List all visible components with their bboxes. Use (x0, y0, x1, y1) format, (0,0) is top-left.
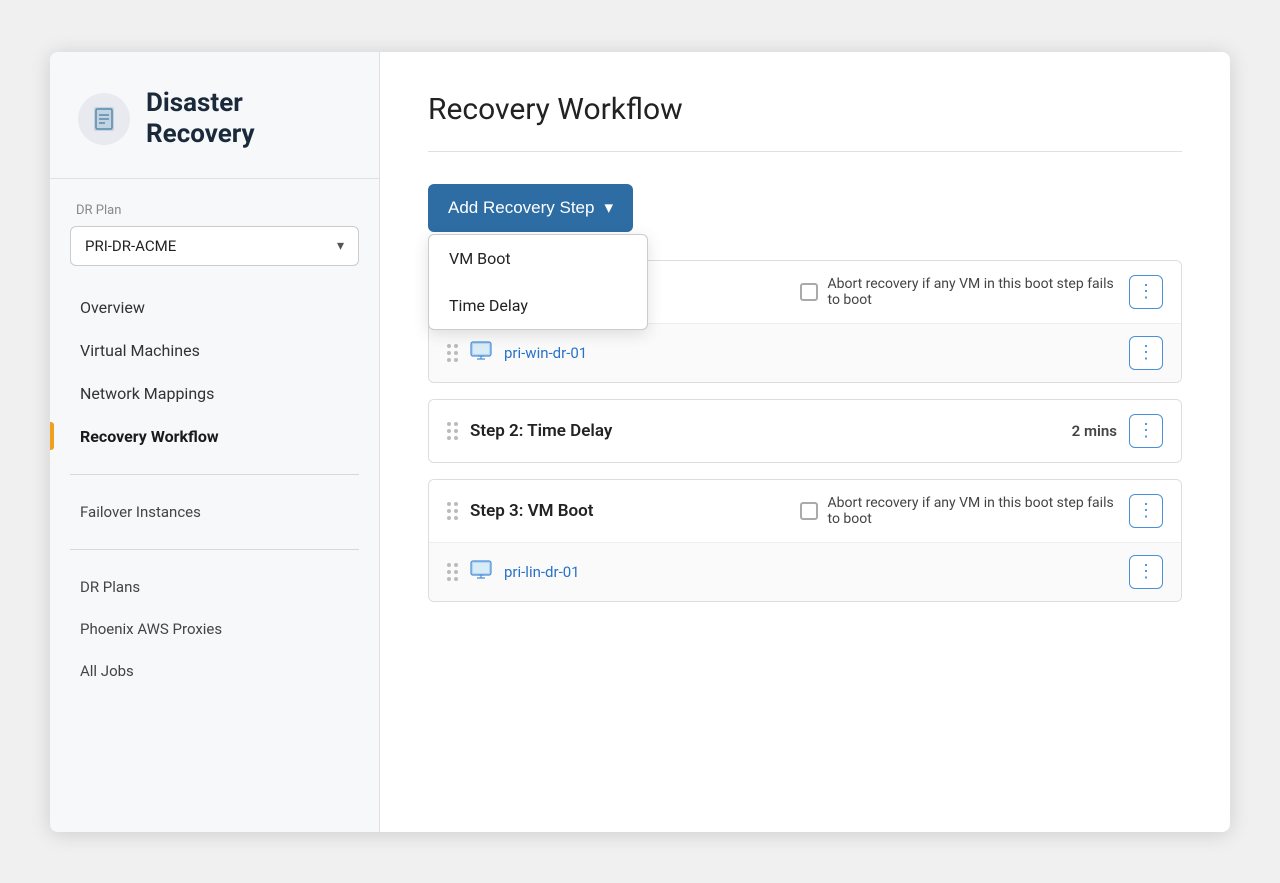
app-title: Disaster Recovery (146, 88, 255, 150)
step-card-2: Step 2: Time Delay 2 mins ⋮ (428, 399, 1182, 463)
step-2-menu-button[interactable]: ⋮ (1129, 414, 1163, 448)
add-recovery-step-button[interactable]: Add Recovery Step ▾ (428, 184, 633, 232)
app-logo-icon (78, 93, 130, 145)
vm-2-name: pri-lin-dr-01 (504, 563, 1117, 581)
step-3-menu-button[interactable]: ⋮ (1129, 494, 1163, 528)
add-step-chevron-icon: ▾ (604, 198, 613, 218)
step-3-title: Step 3: VM Boot (470, 501, 788, 521)
nav-list: Overview Virtual Machines Network Mappin… (70, 286, 359, 458)
dr-plan-label: DR Plan (70, 203, 359, 218)
chevron-down-icon: ▾ (337, 238, 344, 254)
page-title: Recovery Workflow (428, 92, 1182, 152)
sidebar: Disaster Recovery DR Plan PRI-DR-ACME ▾ … (50, 52, 380, 832)
step-3-abort-label: Abort recovery if any VM in this boot st… (828, 495, 1118, 527)
vm-1-drag-handle[interactable] (447, 344, 458, 362)
step-3-abort-checkbox[interactable] (800, 502, 818, 520)
sidebar-item-dr-plans[interactable]: DR Plans (70, 566, 359, 608)
step-2-header: Step 2: Time Delay 2 mins ⋮ (429, 400, 1181, 462)
vm-2-drag-handle[interactable] (447, 563, 458, 581)
step-2-duration: 2 mins (1072, 422, 1117, 440)
sidebar-divider (70, 474, 359, 475)
step-3-header: Step 3: VM Boot Abort recovery if any VM… (429, 480, 1181, 542)
step-1-menu-button[interactable]: ⋮ (1129, 275, 1163, 309)
sidebar-item-recovery-workflow[interactable]: Recovery Workflow (70, 415, 359, 458)
dropdown-item-vm-boot[interactable]: VM Boot (429, 235, 647, 282)
add-step-wrapper: Add Recovery Step ▾ VM Boot Time Delay (428, 184, 1182, 232)
vm-1-name: pri-win-dr-01 (504, 344, 1117, 362)
step-1-abort-label: Abort recovery if any VM in this boot st… (828, 276, 1118, 308)
add-step-dropdown: VM Boot Time Delay (428, 234, 648, 330)
app-container: Disaster Recovery DR Plan PRI-DR-ACME ▾ … (50, 52, 1230, 832)
sidebar-header: Disaster Recovery (50, 52, 379, 179)
sidebar-item-network-mappings[interactable]: Network Mappings (70, 372, 359, 415)
step-3-drag-handle[interactable] (447, 502, 458, 520)
dropdown-item-time-delay[interactable]: Time Delay (429, 282, 647, 329)
sidebar-item-overview[interactable]: Overview (70, 286, 359, 329)
vm-2-menu-button[interactable]: ⋮ (1129, 555, 1163, 589)
step-2-title: Step 2: Time Delay (470, 421, 1060, 441)
sidebar-divider-2 (70, 549, 359, 550)
dr-plan-select[interactable]: PRI-DR-ACME ▾ (70, 226, 359, 266)
step-2-drag-handle[interactable] (447, 422, 458, 440)
vm-2-icon (470, 558, 492, 585)
step-1-abort-checkbox[interactable] (800, 283, 818, 301)
sidebar-item-failover-instances[interactable]: Failover Instances (70, 491, 359, 533)
vm-1-menu-button[interactable]: ⋮ (1129, 336, 1163, 370)
sidebar-nav: DR Plan PRI-DR-ACME ▾ Overview Virtual M… (50, 179, 379, 692)
step-1-abort-wrapper: Abort recovery if any VM in this boot st… (800, 276, 1118, 308)
step-3-abort-wrapper: Abort recovery if any VM in this boot st… (800, 495, 1118, 527)
main-content: Recovery Workflow Add Recovery Step ▾ VM… (380, 52, 1230, 832)
vm-row-pri-lin-dr-01: pri-lin-dr-01 ⋮ (429, 542, 1181, 601)
sidebar-item-phoenix-aws-proxies[interactable]: Phoenix AWS Proxies (70, 608, 359, 650)
vm-row-pri-win-dr-01: pri-win-dr-01 ⋮ (429, 323, 1181, 382)
add-step-label: Add Recovery Step (448, 198, 594, 218)
step-card-3: Step 3: VM Boot Abort recovery if any VM… (428, 479, 1182, 602)
sidebar-item-virtual-machines[interactable]: Virtual Machines (70, 329, 359, 372)
vm-1-icon (470, 339, 492, 366)
sidebar-item-all-jobs[interactable]: All Jobs (70, 650, 359, 692)
dr-plan-value: PRI-DR-ACME (85, 237, 176, 255)
